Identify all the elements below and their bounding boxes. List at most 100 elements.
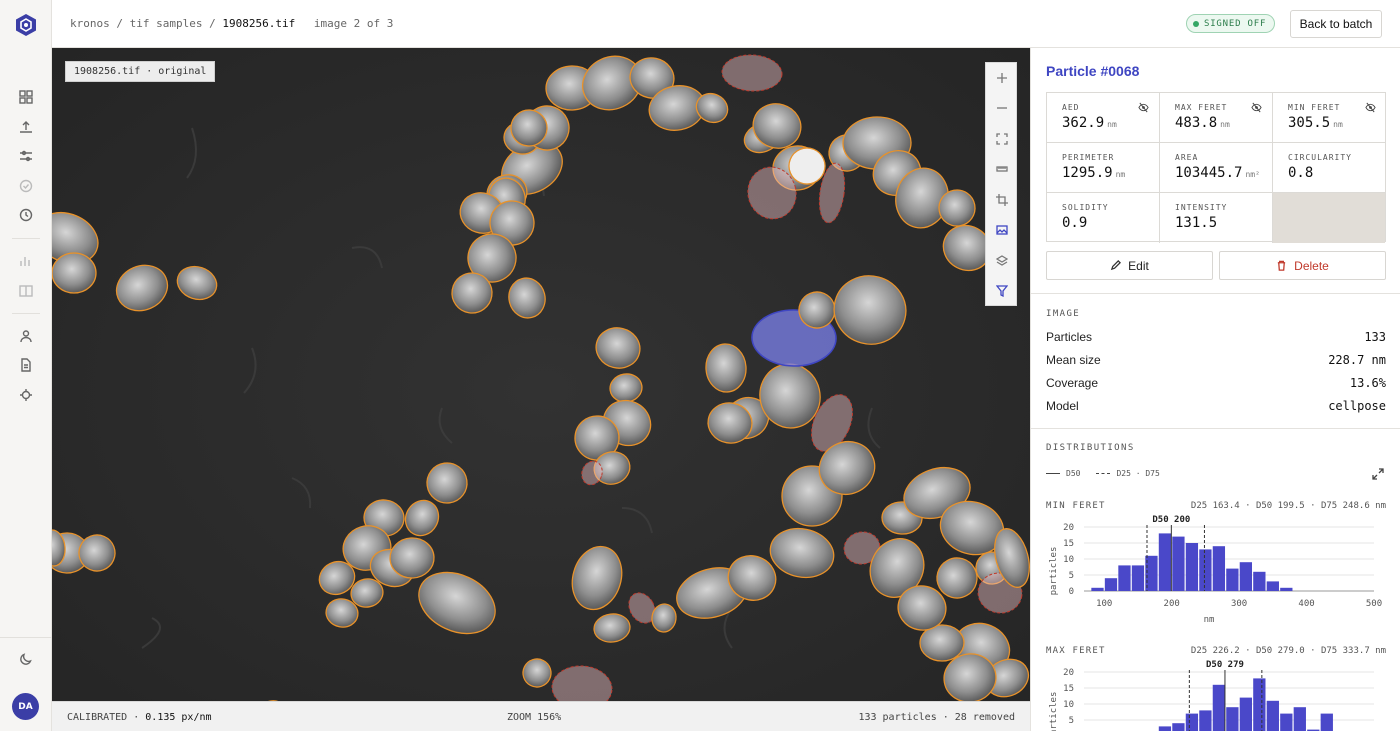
zoom-in-icon[interactable] [994, 70, 1010, 86]
histogram-bar [1226, 568, 1239, 591]
metric-solidity: SOLIDITY 0.9 [1047, 193, 1160, 243]
sliders-icon[interactable] [16, 146, 36, 166]
image-viewer[interactable]: 1908256.tif · original CALIBRATED · 0.13… [52, 48, 1030, 731]
upload-icon[interactable] [16, 117, 36, 137]
edit-button[interactable]: Edit [1046, 251, 1213, 280]
x-tick-label: 500 [1366, 599, 1382, 609]
metric-unit: nm² [1245, 170, 1260, 179]
zoom-out-icon[interactable] [994, 100, 1010, 116]
ruler-icon[interactable] [994, 161, 1010, 177]
y-tick-label: 20 [1063, 523, 1074, 533]
stat-label: Particles [1046, 330, 1093, 344]
x-axis-label: nm [1204, 615, 1215, 625]
histogram-bar [1293, 707, 1306, 731]
expand-icon[interactable] [1372, 468, 1384, 480]
metric-number: 362.9 [1062, 115, 1105, 131]
metric-label: PERIMETER [1062, 153, 1115, 162]
min-feret-header: MIN FERET D25 163.4 · D50 199.5 · D75 24… [1046, 501, 1386, 511]
back-to-batch-button[interactable]: Back to batch [1290, 10, 1382, 38]
metric-number: 131.5 [1175, 215, 1218, 231]
histogram-bar [1158, 726, 1172, 731]
distribution-legend: D50 D25 · D75 [1046, 469, 1160, 478]
histogram-bar [1212, 546, 1226, 591]
x-tick-label: 200 [1164, 599, 1180, 609]
viewer-toolbar [985, 62, 1017, 306]
histogram-bar [1158, 533, 1172, 591]
sem-image[interactable] [52, 48, 1030, 731]
image-icon[interactable] [994, 222, 1010, 238]
histogram-bar [1280, 587, 1293, 591]
avatar[interactable]: DA [12, 693, 39, 720]
min-feret-title: MIN FERET [1046, 501, 1106, 511]
histogram-bar [1266, 700, 1279, 731]
metric-value: 362.9 nm [1062, 115, 1159, 131]
bar-chart-icon[interactable] [16, 251, 36, 271]
compare-icon[interactable] [16, 281, 36, 301]
metric-label: AREA [1175, 153, 1199, 162]
y-axis-label: particles [1049, 692, 1059, 731]
particle-outline[interactable] [52, 252, 97, 294]
fit-screen-icon[interactable] [994, 131, 1010, 147]
metric-unit: nm [1107, 120, 1117, 129]
section-divider [1031, 428, 1400, 429]
crosshair-icon[interactable] [16, 385, 36, 405]
y-tick-label: 15 [1063, 539, 1074, 549]
x-tick-label: 400 [1298, 599, 1314, 609]
clock-icon[interactable] [16, 205, 36, 225]
metric-label: SOLIDITY [1062, 203, 1109, 212]
distributions-heading: DISTRIBUTIONS [1046, 443, 1135, 453]
delete-button[interactable]: Delete [1219, 251, 1386, 280]
legend-d50: D50 [1066, 469, 1081, 478]
histogram-bar [1239, 697, 1253, 731]
metric-value: 131.5 [1175, 215, 1272, 231]
image-stat-coverage: Coverage 13.6% [1046, 376, 1386, 390]
rail-divider [0, 637, 52, 638]
moon-icon[interactable] [16, 649, 36, 669]
histogram-bar [1239, 562, 1253, 591]
eye-off-icon[interactable] [1251, 102, 1262, 113]
crop-icon[interactable] [994, 192, 1010, 208]
grid-icon[interactable] [16, 87, 36, 107]
calibration-value: 0.135 px/nm [145, 712, 212, 723]
metric-number: 483.8 [1175, 115, 1218, 131]
x-tick-label: 300 [1231, 599, 1247, 609]
min-feret-stats: D25 163.4 · D50 199.5 · D75 248.6 nm [1190, 501, 1386, 511]
breadcrumb-folder[interactable]: tif samples [130, 17, 203, 30]
top-bar: kronos / tif samples / 1908256.tif image… [52, 0, 1400, 48]
legend-d25-d75: D25 · D75 [1116, 469, 1160, 478]
eye-off-icon[interactable] [1138, 102, 1149, 113]
user-icon[interactable] [16, 326, 36, 346]
histogram-bar [1185, 543, 1199, 591]
breadcrumb-project[interactable]: kronos [70, 17, 110, 30]
metric-min-feret: MIN FERET 305.5 nm [1273, 93, 1386, 143]
filter-icon[interactable] [994, 283, 1010, 299]
left-rail: DA [0, 0, 52, 731]
metric-unit: nm [1115, 170, 1126, 179]
y-tick-label: 10 [1063, 555, 1074, 565]
stat-value: 13.6% [1349, 376, 1386, 390]
histogram-bar [1131, 565, 1145, 591]
metric-number: 305.5 [1288, 115, 1331, 131]
check-circle-icon[interactable] [16, 176, 36, 196]
max-feret-title: MAX FERET [1046, 646, 1106, 656]
image-counter: image 2 of 3 [313, 17, 394, 30]
app-logo-icon[interactable] [14, 13, 38, 37]
stat-value: 228.7 nm [1328, 353, 1386, 367]
metric-perimeter: PERIMETER 1295.9 nm [1047, 143, 1160, 193]
document-icon[interactable] [16, 355, 36, 375]
eye-off-icon[interactable] [1365, 102, 1376, 113]
status-dot-icon [1193, 20, 1199, 27]
y-tick-label: 5 [1069, 571, 1074, 581]
metric-value: 0.9 [1062, 215, 1159, 231]
metric-number: 103445.7 [1175, 165, 1243, 181]
layers-icon[interactable] [994, 253, 1010, 269]
metric-number: 0.9 [1062, 215, 1088, 231]
metric-number: 1295.9 [1062, 165, 1113, 181]
metric-label: CIRCULARITY [1288, 153, 1352, 162]
x-tick-label: 100 [1096, 599, 1112, 609]
image-section-heading: IMAGE [1046, 309, 1081, 319]
y-tick-label: 0 [1069, 587, 1074, 597]
metric-max-feret: MAX FERET 483.8 nm [1160, 93, 1273, 143]
stat-value: 133 [1364, 330, 1386, 344]
trash-icon [1277, 260, 1286, 271]
